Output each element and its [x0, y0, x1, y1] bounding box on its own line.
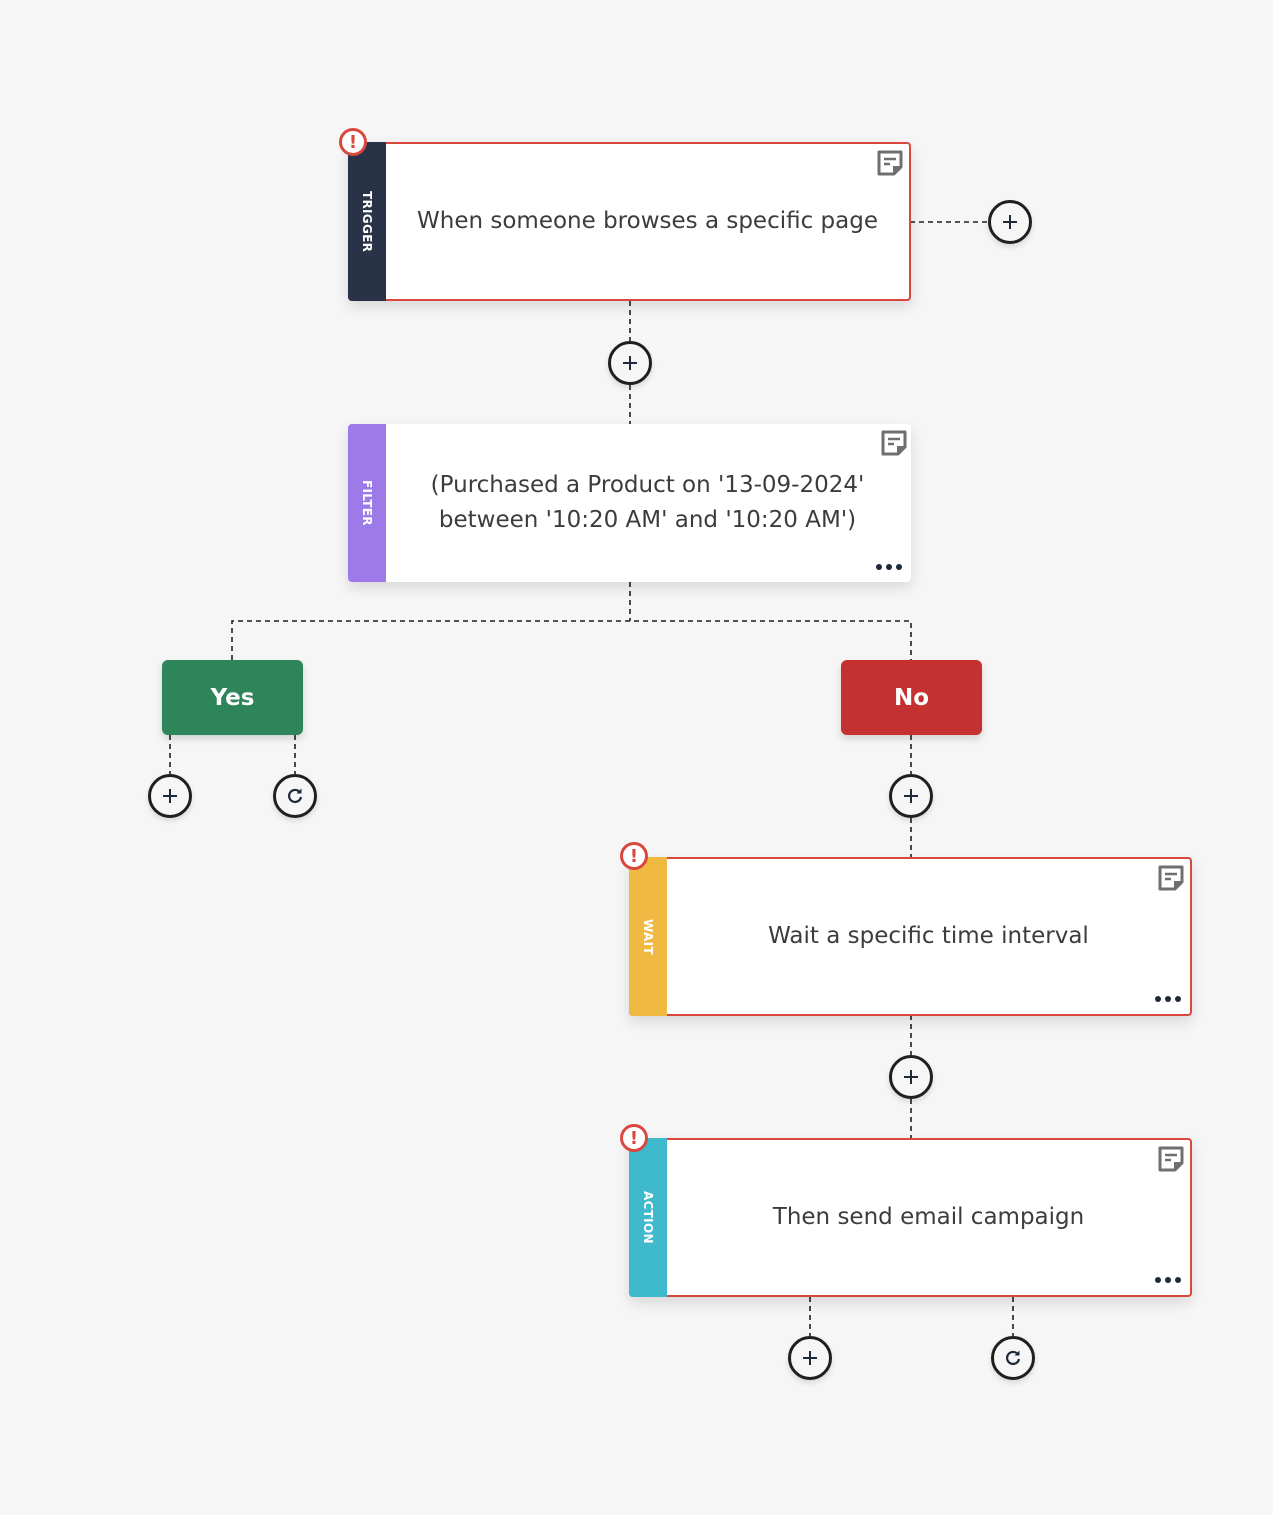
action-loop-button[interactable] [991, 1336, 1035, 1380]
yes-loop-button[interactable] [273, 774, 317, 818]
more-icon[interactable] [875, 562, 903, 572]
trigger-node[interactable]: TRIGGER When someone browses a specific … [348, 142, 911, 301]
error-icon[interactable]: ! [620, 842, 648, 870]
filter-node[interactable]: FILTER (Purchased a Product on '13-09-20… [348, 424, 911, 582]
wait-type-strip: WAIT [629, 857, 667, 1016]
connector-branch-split [231, 620, 912, 660]
plus-icon [163, 789, 177, 803]
error-icon[interactable]: ! [339, 128, 367, 156]
yes-branch-label: Yes [210, 684, 255, 711]
plus-icon [904, 789, 918, 803]
error-icon[interactable]: ! [620, 1124, 648, 1152]
action-node[interactable]: ACTION Then send email campaign [629, 1138, 1192, 1297]
yes-add-step-button[interactable] [148, 774, 192, 818]
wait-text: Wait a specific time interval [768, 923, 1089, 949]
note-icon[interactable] [879, 428, 909, 458]
more-icon[interactable] [1154, 1275, 1182, 1285]
note-icon[interactable] [1156, 863, 1186, 893]
plus-icon [904, 1070, 918, 1084]
refresh-icon [288, 788, 303, 804]
refresh-icon [1006, 1350, 1021, 1366]
filter-type-strip: FILTER [348, 424, 386, 582]
action-add-step-button[interactable] [788, 1336, 832, 1380]
filter-text: (Purchased a Product on '13-09-2024' bet… [430, 472, 865, 533]
no-branch-button[interactable]: No [841, 660, 982, 735]
filter-type-label: FILTER [360, 480, 374, 526]
more-icon[interactable] [1154, 994, 1182, 1004]
note-icon[interactable] [1156, 1144, 1186, 1174]
wait-node[interactable]: WAIT Wait a specific time interval [629, 857, 1192, 1016]
yes-branch-button[interactable]: Yes [162, 660, 303, 735]
trigger-type-strip: TRIGGER [348, 142, 386, 301]
add-parallel-step-button[interactable] [988, 200, 1032, 244]
no-branch-label: No [893, 684, 930, 711]
note-icon[interactable] [875, 148, 905, 178]
trigger-text: When someone browses a specific page [417, 208, 878, 234]
action-type-strip: ACTION [629, 1138, 667, 1297]
plus-icon [623, 356, 637, 370]
plus-icon [803, 1351, 817, 1365]
add-step-button[interactable] [608, 341, 652, 385]
trigger-type-label: TRIGGER [360, 190, 374, 253]
plus-icon [1003, 215, 1017, 229]
workflow-canvas: TRIGGER When someone browses a specific … [0, 0, 1273, 1515]
action-type-label: ACTION [641, 1191, 655, 1244]
wait-type-label: WAIT [641, 918, 655, 955]
add-step-button[interactable] [889, 1055, 933, 1099]
action-text: Then send email campaign [772, 1204, 1085, 1230]
no-add-step-button[interactable] [889, 774, 933, 818]
